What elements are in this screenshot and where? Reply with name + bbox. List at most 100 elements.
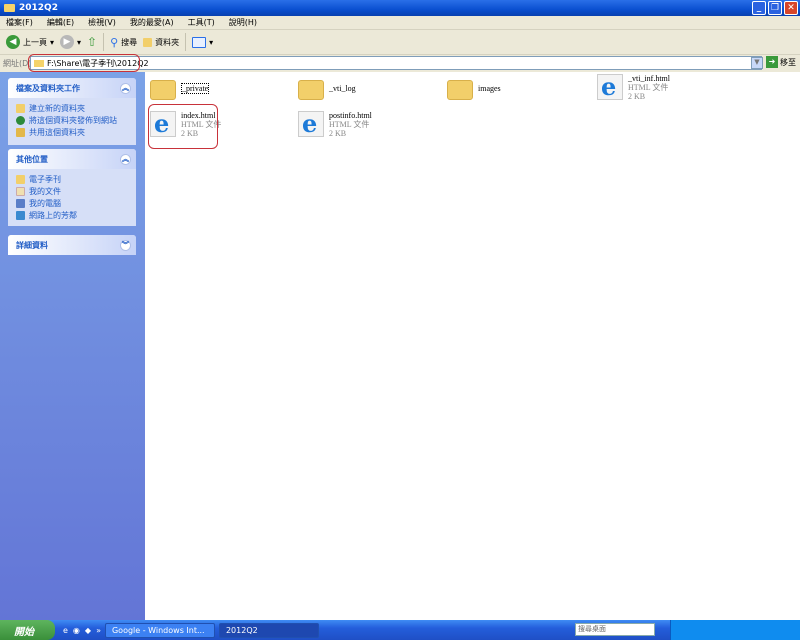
up-folder-icon[interactable]: ⇧ — [87, 35, 97, 49]
search-label: 搜尋 — [121, 37, 138, 47]
search-icon: ⚲ — [110, 35, 119, 49]
panel-header[interactable]: 檔案及資料夾工作 ︽ — [8, 78, 136, 98]
file-item[interactable]: _vti_log — [298, 76, 438, 100]
task-pane: 檔案及資料夾工作 ︽ 建立新的資料夾 將這個資料夾發佈到網站 共用這個資料夾 其他… — [0, 72, 145, 620]
place-label: 電子季刊 — [29, 174, 61, 184]
file-type: HTML 文件 — [329, 120, 370, 129]
separator — [103, 33, 105, 51]
task-label: 將這個資料夾發佈到網站 — [29, 115, 117, 125]
task-browser[interactable]: Google - Windows Int... — [104, 622, 215, 638]
file-item[interactable]: _vti_inf.htmlHTML 文件2 KB — [597, 72, 737, 101]
back-arrow-icon: ◀ — [6, 35, 20, 49]
taskbar: 開始 e ◉ ◆ » Google - Windows Int... 2012Q2 搜… — [0, 620, 800, 640]
folder-icon — [447, 80, 473, 100]
folder-icon — [16, 174, 25, 184]
menu-file[interactable]: 檔案(F) — [6, 17, 33, 28]
close-button[interactable]: ✕ — [784, 1, 798, 15]
quick-launch: e ◉ ◆ » — [63, 626, 101, 635]
folder-icon — [4, 4, 15, 12]
window-title: 2012Q2 — [19, 3, 58, 13]
address-highlight — [28, 54, 140, 72]
place-quarterly[interactable]: 電子季刊 — [8, 173, 136, 185]
file-list: _private _vti_log images _vti_inf.htmlHT… — [145, 72, 800, 620]
globe-icon — [16, 115, 25, 125]
panel-title: 檔案及資料夾工作 — [16, 83, 80, 93]
menu-bar: 檔案(F) 編輯(E) 檢視(V) 我的最愛(A) 工具(T) 說明(H) — [0, 16, 800, 30]
more-icon[interactable]: » — [96, 626, 101, 635]
folders-button[interactable]: 資料夾 — [143, 37, 179, 48]
task-publish-web[interactable]: 將這個資料夾發佈到網站 — [8, 114, 136, 126]
file-size: 2 KB — [329, 129, 347, 138]
folders-label: 資料夾 — [155, 37, 180, 47]
collapse-icon[interactable]: ︽ — [120, 153, 131, 165]
network-icon — [16, 210, 25, 220]
minimize-button[interactable]: _ — [752, 1, 766, 15]
file-size: 2 KB — [628, 92, 646, 101]
menu-help[interactable]: 說明(H) — [229, 17, 257, 28]
place-network[interactable]: 網路上的芳鄰 — [8, 209, 136, 221]
task-new-folder[interactable]: 建立新的資料夾 — [8, 102, 136, 114]
go-arrow-icon: ➜ — [766, 56, 778, 68]
file-tasks-panel: 檔案及資料夾工作 ︽ 建立新的資料夾 將這個資料夾發佈到網站 共用這個資料夾 — [8, 78, 136, 145]
toolbar: ◀ 上一頁 ▾ ▶ ▾ ⇧ ⚲ 搜尋 資料夾 ▾ — [0, 30, 800, 55]
ie-html-icon — [298, 109, 324, 138]
expand-icon[interactable]: ︾ — [120, 239, 131, 251]
file-item[interactable]: images — [447, 76, 587, 100]
task-label: Google - Windows Int... — [111, 625, 205, 635]
ie-html-icon — [597, 72, 623, 101]
panel-header[interactable]: 詳細資料 ︾ — [8, 235, 136, 255]
folder-icon — [298, 80, 324, 100]
share-folder-icon — [16, 127, 25, 137]
new-folder-icon — [16, 103, 25, 113]
go-label: 移至 — [780, 57, 796, 67]
search-button[interactable]: ⚲ 搜尋 — [110, 36, 137, 49]
file-name: images — [478, 84, 501, 93]
go-button[interactable]: ➜ 移至 — [766, 56, 796, 68]
folders-icon — [143, 37, 153, 47]
system-tray — [670, 620, 800, 640]
separator — [185, 33, 187, 51]
address-dropdown[interactable]: ▼ — [751, 57, 763, 69]
maximize-button[interactable]: ❐ — [768, 1, 782, 15]
place-label: 我的文件 — [29, 186, 61, 196]
collapse-icon[interactable]: ︽ — [120, 82, 131, 94]
place-my-computer[interactable]: 我的電腦 — [8, 197, 136, 209]
file-highlight — [148, 104, 218, 149]
chrome-icon[interactable]: ◉ — [73, 626, 80, 635]
place-my-documents[interactable]: 我的文件 — [8, 185, 136, 197]
forward-button[interactable]: ▶ ▾ — [60, 35, 81, 49]
forward-arrow-icon: ▶ — [60, 35, 75, 49]
file-name: _vti_log — [329, 84, 356, 93]
desktop-search-input[interactable]: 搜尋桌面 — [575, 623, 655, 636]
file-item[interactable]: postinfo.htmlHTML 文件2 KB — [298, 109, 438, 138]
place-label: 我的電腦 — [29, 198, 61, 208]
start-label: 開始 — [14, 626, 34, 638]
file-type: HTML 文件 — [628, 83, 669, 92]
panel-title: 詳細資料 — [16, 240, 48, 250]
views-button[interactable]: ▾ — [192, 36, 213, 48]
app-icon[interactable]: ◆ — [85, 626, 91, 635]
documents-icon — [16, 186, 25, 196]
place-label: 網路上的芳鄰 — [29, 210, 77, 220]
views-icon — [192, 36, 207, 48]
file-name: _vti_inf.html — [628, 74, 670, 83]
panel-header[interactable]: 其他位置 ︽ — [8, 149, 136, 169]
file-item[interactable]: _private — [150, 76, 290, 100]
ie-icon[interactable]: e — [63, 626, 68, 635]
menu-favorites[interactable]: 我的最愛(A) — [130, 17, 174, 28]
task-label: 建立新的資料夾 — [29, 103, 85, 113]
menu-edit[interactable]: 編輯(E) — [47, 17, 74, 28]
menu-tools[interactable]: 工具(T) — [188, 17, 215, 28]
task-share[interactable]: 共用這個資料夾 — [8, 126, 136, 138]
back-button[interactable]: ◀ 上一頁 ▾ — [6, 35, 54, 49]
menu-view[interactable]: 檢視(V) — [88, 17, 116, 28]
task-label: 共用這個資料夾 — [29, 127, 85, 137]
start-button[interactable]: 開始 — [0, 620, 55, 640]
task-label: 2012Q2 — [225, 625, 258, 635]
file-name: _private — [181, 83, 210, 94]
task-explorer[interactable]: 2012Q2 — [218, 622, 319, 638]
computer-icon — [16, 198, 25, 208]
title-bar: 2012Q2 _ ❐ ✕ — [0, 0, 800, 16]
back-label: 上一頁 — [23, 37, 47, 47]
panel-title: 其他位置 — [16, 154, 48, 164]
